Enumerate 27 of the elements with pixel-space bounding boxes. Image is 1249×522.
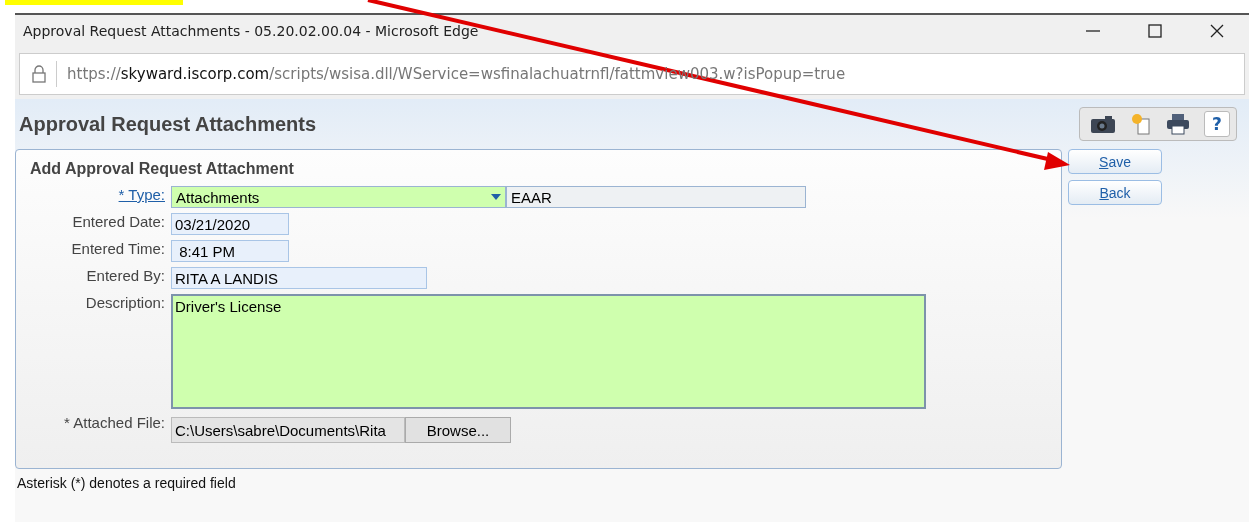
form-title: Add Approval Request Attachment [30, 160, 295, 178]
read-only-field: 8:41 PM [171, 240, 289, 262]
browse-button[interactable]: Browse... [405, 417, 511, 443]
maximize-icon[interactable] [1147, 23, 1163, 39]
close-icon[interactable] [1209, 23, 1225, 39]
field-label: Description: [84, 294, 165, 311]
window-title: Approval Request Attachments - 05.20.02.00.04 - Microsoft Edge [23, 23, 479, 39]
field-label: Entered By: [85, 267, 165, 284]
read-only-field: 03/21/2020 [171, 213, 289, 235]
type-dropdown[interactable]: Attachments [171, 186, 506, 208]
page-title: Approval Request Attachments [19, 112, 317, 136]
field-label-link[interactable]: * Type: [30, 186, 165, 203]
camera-icon[interactable] [1090, 114, 1116, 134]
action-button[interactable]: Save [1068, 149, 1162, 174]
read-only-field: RITA A LANDIS [171, 267, 427, 289]
field-label: * Attached File: [63, 414, 165, 431]
description-field[interactable]: Driver's License [171, 294, 926, 409]
file-path-field[interactable]: C:\Users\sabre\Documents\Rita [171, 417, 405, 443]
caret-icon [491, 194, 501, 200]
required-note: Asterisk (*) denotes a required field [17, 475, 237, 491]
lock-icon [32, 65, 46, 83]
field-label: Entered Time: [70, 240, 165, 257]
action-button[interactable]: Back [1068, 180, 1162, 205]
help-button[interactable]: ? [1204, 111, 1230, 137]
code-field: EAAR [506, 186, 806, 208]
print-icon[interactable] [1166, 113, 1190, 135]
field-label: Entered Date: [71, 213, 165, 230]
